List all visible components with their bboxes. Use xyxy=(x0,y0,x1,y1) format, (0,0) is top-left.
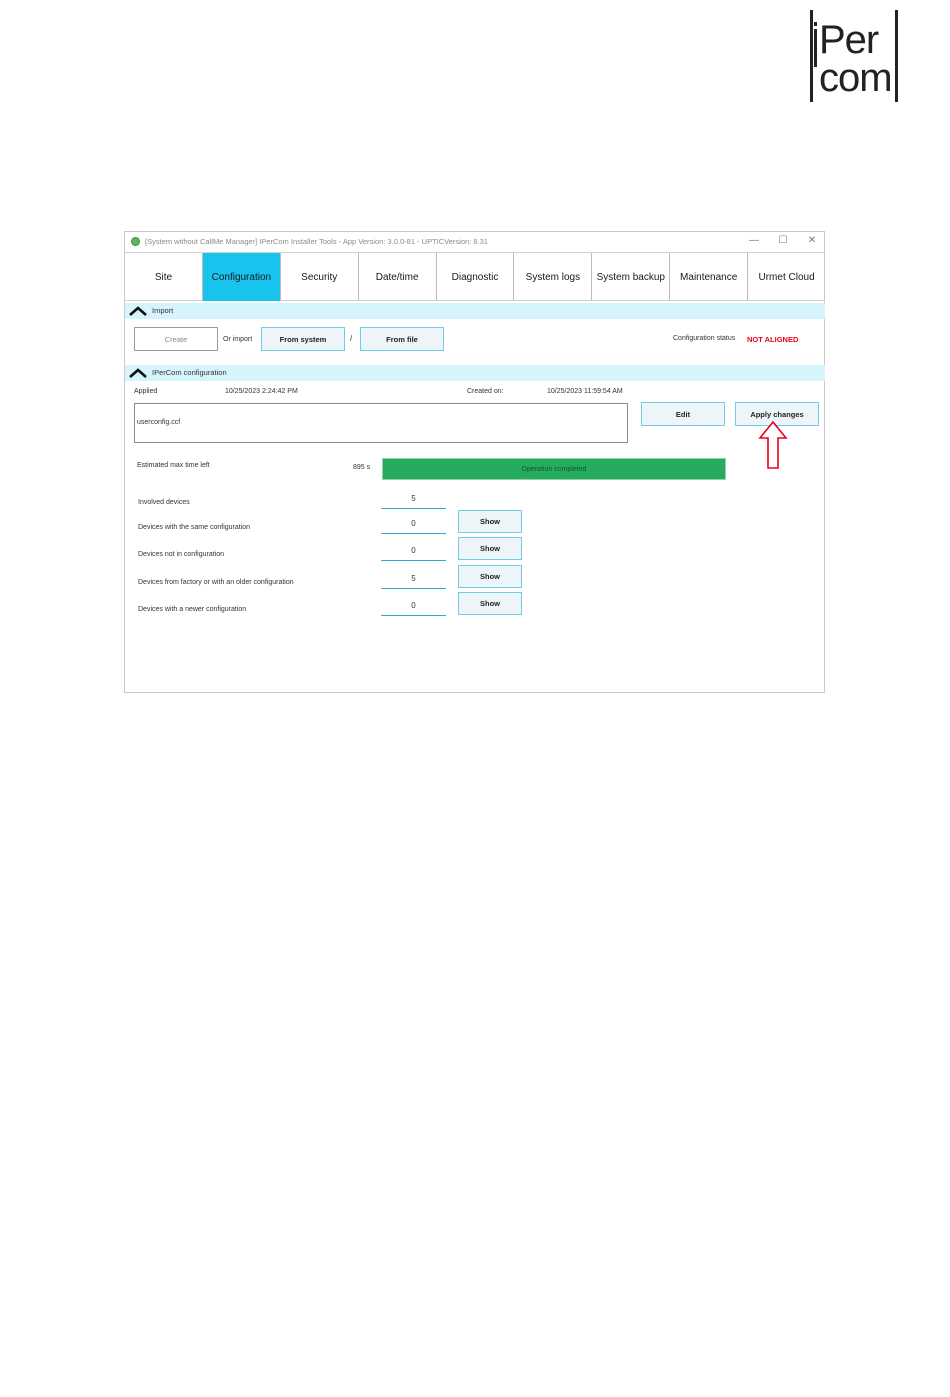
created-on-value: 10/25/2023 11:59:54 AM xyxy=(547,388,623,395)
applied-value: 10/25/2023 2:24:42 PM xyxy=(225,388,298,395)
tab-maintenance[interactable]: Maintenance xyxy=(670,253,749,301)
create-button[interactable]: Create xyxy=(134,327,218,351)
tab-system-backup[interactable]: System backup xyxy=(592,253,671,301)
installer-window: [System without CallMe Manager] IPerCom … xyxy=(124,231,825,693)
device-row-label: Devices with a newer configuration xyxy=(138,606,247,613)
applied-label: Applied xyxy=(134,388,158,395)
device-row-label: Devices not in configuration xyxy=(138,551,224,558)
window-title: [System without CallMe Manager] IPerCom … xyxy=(145,237,488,246)
title-bar: [System without CallMe Manager] IPerCom … xyxy=(125,232,824,252)
device-count-field: 0 xyxy=(381,601,446,616)
estimated-time-label: Estimated max time left xyxy=(137,462,210,469)
estimated-time-value: 895 s xyxy=(353,464,371,471)
minimize-icon[interactable]: — xyxy=(747,235,761,246)
or-import-label: Or import xyxy=(223,336,253,343)
tab-security[interactable]: Security xyxy=(281,253,359,301)
import-section-header[interactable]: Import xyxy=(125,303,825,319)
from-file-button[interactable]: From file xyxy=(360,327,444,351)
progress-text: Operation completed xyxy=(521,465,587,473)
device-row-label: Devices with the same configuration xyxy=(138,524,251,531)
tab-diagnostic[interactable]: Diagnostic xyxy=(437,253,515,301)
device-row-label: Devices from factory or with an older co… xyxy=(138,579,294,586)
tab-system-logs[interactable]: System logs xyxy=(514,253,593,301)
logo-dot xyxy=(814,22,817,26)
logo-right-bar xyxy=(895,10,898,102)
show-button[interactable]: Show xyxy=(458,537,522,560)
ipercom-logo: Per com xyxy=(808,10,903,104)
logo-i-stem xyxy=(814,29,817,67)
device-row-label: Involved devices xyxy=(138,499,190,506)
config-section-header[interactable]: IPerCom configuration xyxy=(125,365,825,381)
operation-progress-bar: Operation completed xyxy=(382,458,726,480)
configuration-status-label: Configuration status xyxy=(673,335,736,342)
collapse-chevron-icon[interactable] xyxy=(129,305,147,317)
from-system-button[interactable]: From system xyxy=(261,327,345,351)
config-file-box: userconfig.ccf xyxy=(134,403,628,443)
device-count-field: 5 xyxy=(381,574,446,589)
tab-date-time[interactable]: Date/time xyxy=(359,253,437,301)
logo-left-bar xyxy=(810,10,813,102)
close-icon[interactable]: ✕ xyxy=(805,235,819,246)
tab-site[interactable]: Site xyxy=(125,253,203,301)
logo-text-com: com xyxy=(819,56,893,100)
edit-button[interactable]: Edit xyxy=(641,402,725,426)
collapse-chevron-icon[interactable] xyxy=(129,367,147,379)
import-section-title: Import xyxy=(152,306,174,315)
app-icon xyxy=(131,237,140,246)
show-button[interactable]: Show xyxy=(458,565,522,588)
config-file-name: userconfig.ccf xyxy=(137,419,181,426)
import-separator: / xyxy=(350,334,353,343)
config-section-title: IPerCom configuration xyxy=(152,368,227,377)
up-arrow-icon xyxy=(758,421,788,469)
tab-bar: Site Configuration Security Date/time Diagno… xyxy=(125,252,825,301)
tab-configuration[interactable]: Configuration xyxy=(202,253,281,301)
configuration-status-value: NOT ALIGNED xyxy=(747,335,799,344)
device-count-field: 0 xyxy=(381,519,446,534)
device-count-field: 5 xyxy=(381,494,446,509)
tab-urmet-cloud[interactable]: Urmet Cloud xyxy=(748,253,825,301)
maximize-icon[interactable]: ☐ xyxy=(776,235,790,246)
show-button[interactable]: Show xyxy=(458,592,522,615)
created-on-label: Created on: xyxy=(467,388,504,395)
show-button[interactable]: Show xyxy=(458,510,522,533)
device-count-field: 0 xyxy=(381,546,446,561)
